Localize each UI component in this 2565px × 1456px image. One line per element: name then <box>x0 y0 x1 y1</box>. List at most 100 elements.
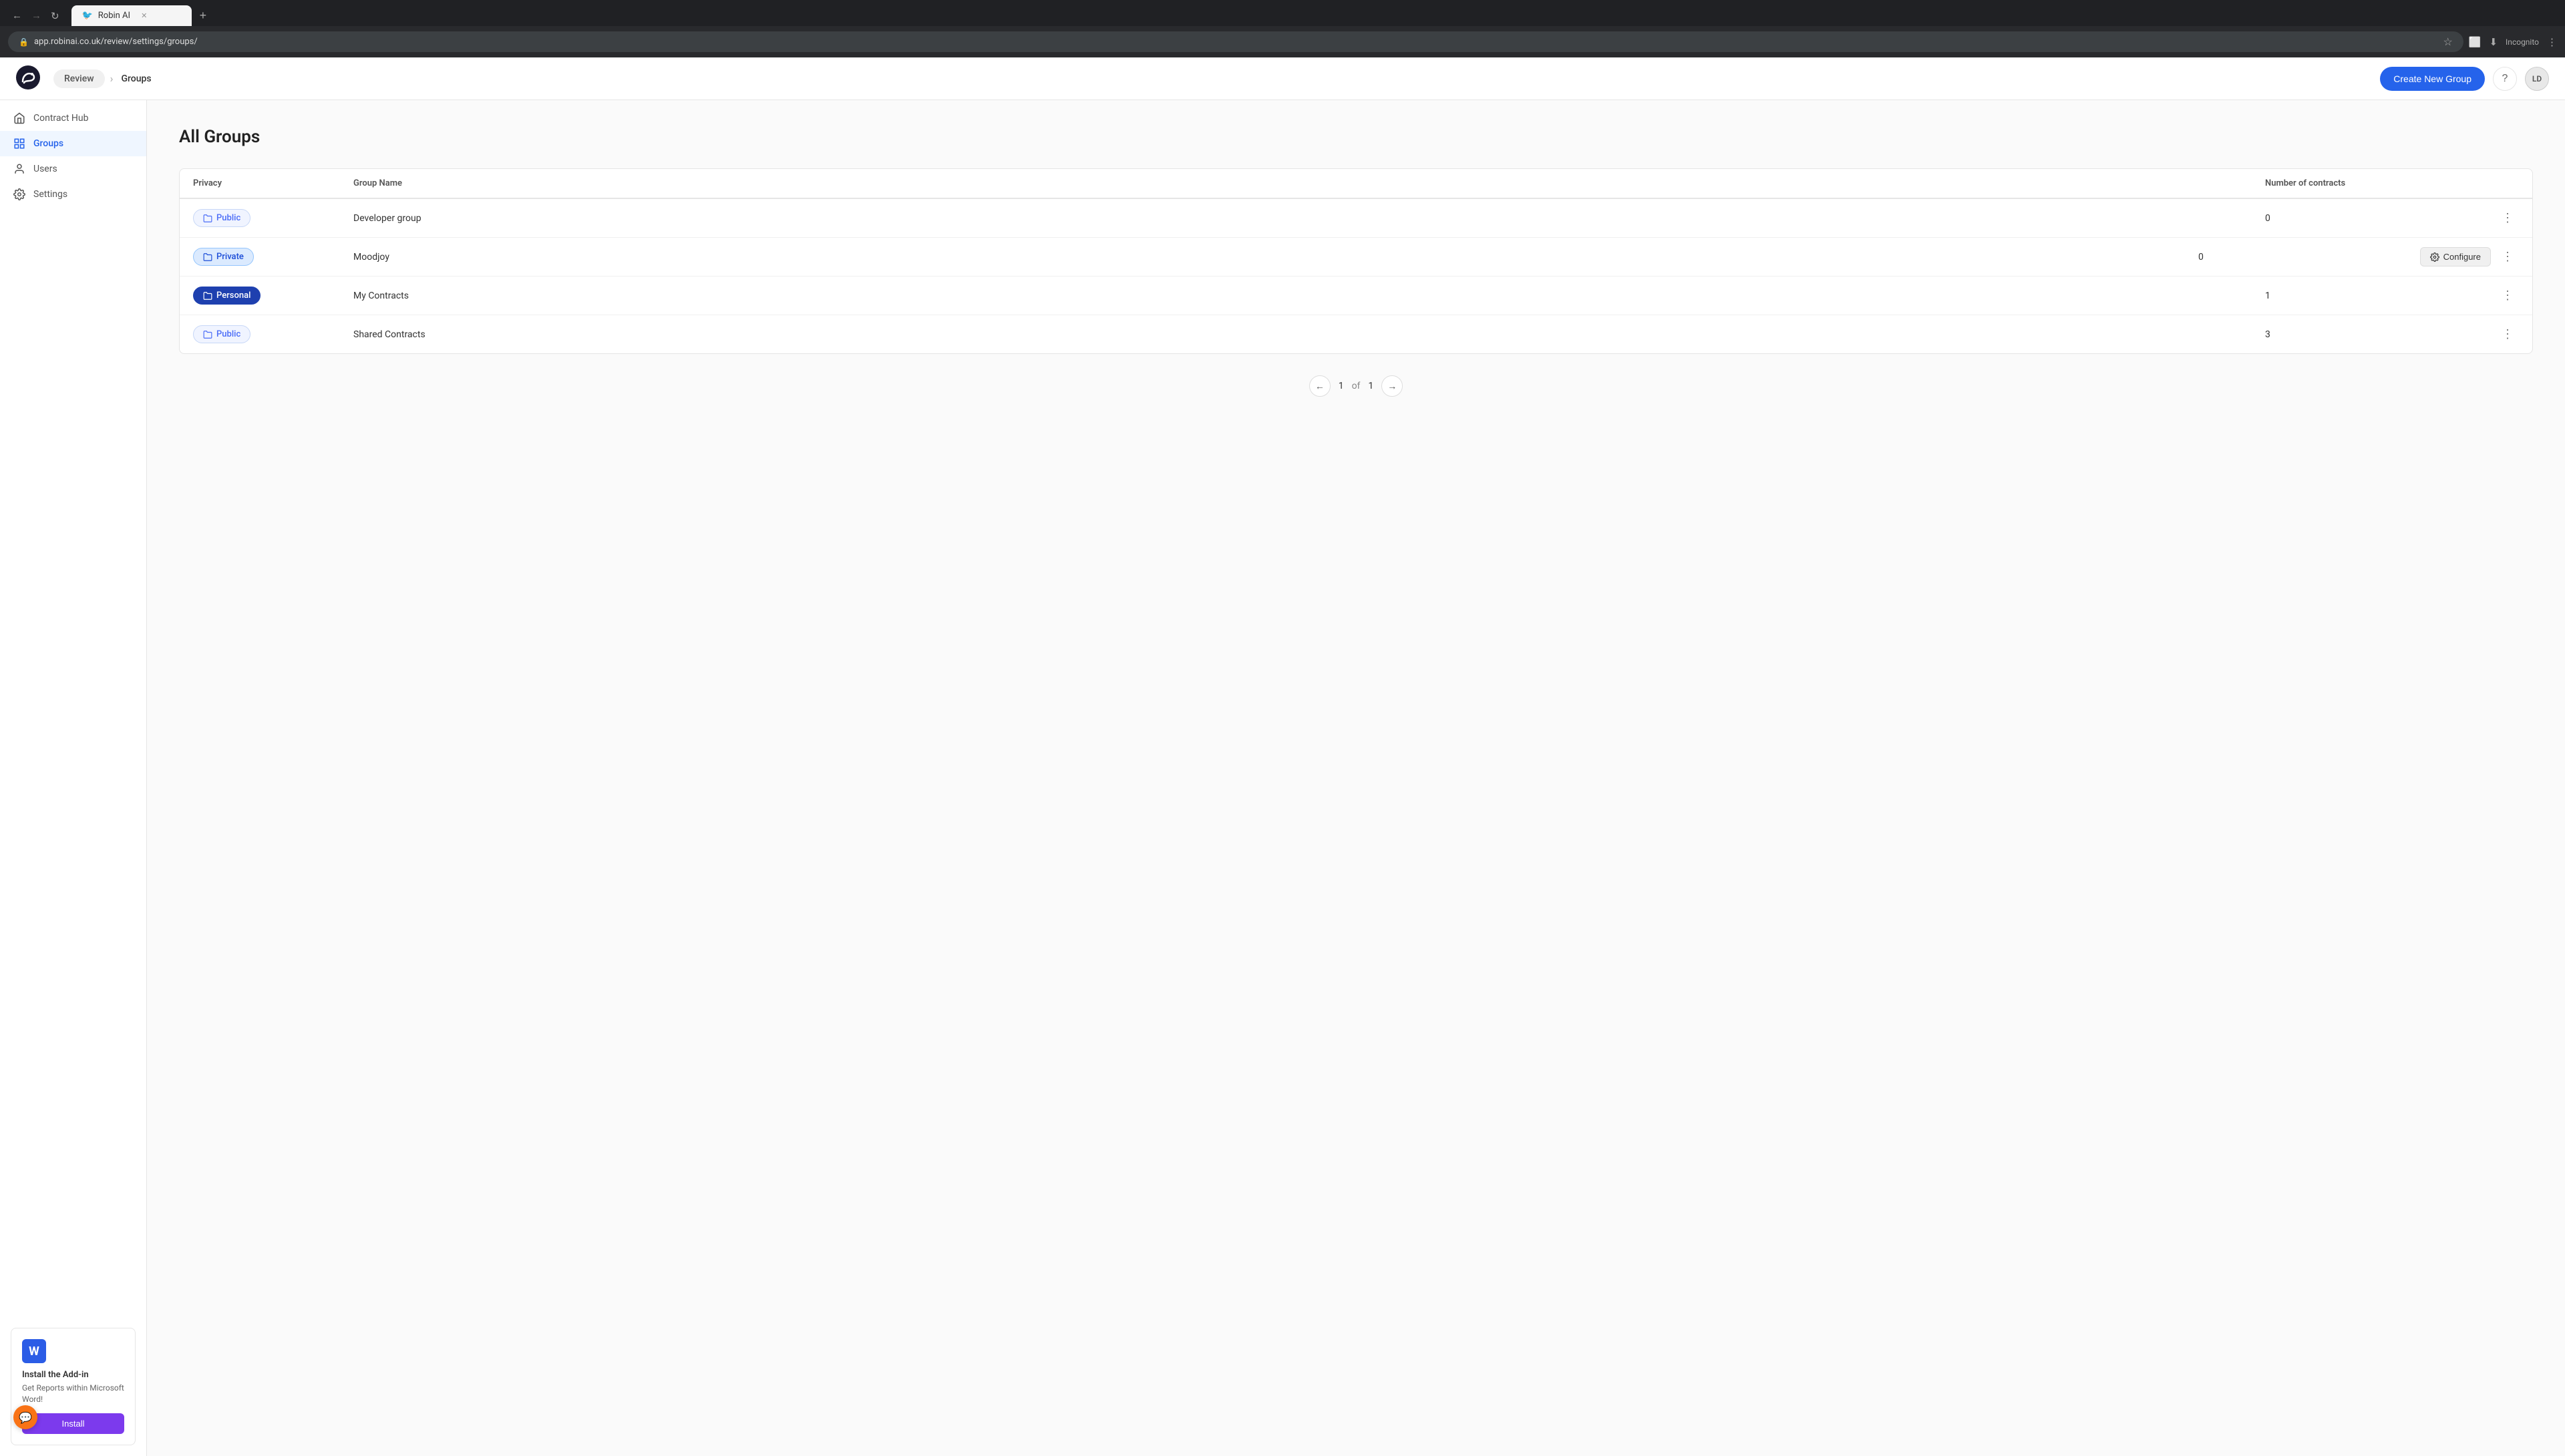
more-options-btn-4[interactable]: ⋮ <box>2496 325 2519 344</box>
badge-label-3: Personal <box>216 291 250 301</box>
total-pages: 1 <box>1368 381 1373 391</box>
logo <box>16 65 40 92</box>
page-separator: of <box>1352 381 1361 391</box>
gear-icon <box>2430 252 2439 262</box>
privacy-badge-public-2: Public <box>193 325 250 343</box>
groups-table: Privacy Group Name Number of contracts P… <box>179 168 2533 354</box>
breadcrumb-separator: › <box>110 72 114 85</box>
nav-groups-label[interactable]: Groups <box>118 69 154 88</box>
tab-title: Robin AI <box>98 11 130 21</box>
folder-icon-private <box>203 252 212 262</box>
row-actions-2: Configure ⋮ <box>2372 247 2519 266</box>
sidebar: Contract Hub Groups Users <box>0 100 147 1456</box>
table-row-personal: Personal My Contracts 1 ⋮ <box>180 277 2532 315</box>
prev-page-button[interactable]: ← <box>1309 375 1331 397</box>
row-actions-4: ⋮ <box>2439 325 2519 344</box>
configure-button[interactable]: Configure <box>2420 247 2491 266</box>
back-button[interactable]: ← <box>8 7 26 24</box>
next-page-button[interactable]: → <box>1381 375 1403 397</box>
forward-button[interactable]: → <box>27 7 45 24</box>
header-nav: Review › Groups <box>53 69 2380 88</box>
settings-icon <box>13 188 25 200</box>
group-name-1: Developer group <box>353 213 2265 224</box>
col-actions <box>2439 178 2519 188</box>
new-tab-button[interactable]: + <box>194 6 212 25</box>
menu-icon[interactable]: ⋮ <box>2547 36 2557 48</box>
next-icon: → <box>1387 381 1397 391</box>
sidebar-nav: Contract Hub Groups Users <box>0 100 146 1317</box>
help-icon: ? <box>2502 73 2508 85</box>
more-options-btn-2[interactable]: ⋮ <box>2496 247 2519 266</box>
app-layout: Contract Hub Groups Users <box>0 100 2565 1456</box>
badge-label-1: Public <box>216 213 240 223</box>
help-button[interactable]: ? <box>2493 67 2517 91</box>
row-actions-1: ⋮ <box>2439 208 2519 228</box>
privacy-badge-personal: Personal <box>193 287 261 305</box>
header-actions: Create New Group ? LD <box>2380 67 2549 91</box>
main-content: All Groups Privacy Group Name Number of … <box>147 100 2565 1456</box>
incognito-label: Incognito <box>2506 37 2539 47</box>
addon-description: Get Reports within Microsoft Word! <box>22 1383 124 1405</box>
more-options-btn-1[interactable]: ⋮ <box>2496 208 2519 228</box>
contract-count-4: 3 <box>2265 329 2439 340</box>
download-icon[interactable]: ⬇ <box>2489 36 2498 48</box>
privacy-badge-private: Private <box>193 248 254 266</box>
contract-count-2: 0 <box>2198 252 2372 262</box>
nav-controls: ← → ↻ <box>8 7 63 25</box>
browser-extra-icons: ⬜ ⬇ Incognito ⋮ <box>2469 36 2557 48</box>
col-contracts: Number of contracts <box>2265 178 2439 188</box>
configure-label: Configure <box>2443 252 2481 262</box>
sidebar-item-groups[interactable]: Groups <box>0 131 146 156</box>
pagination: ← 1 of 1 → <box>179 375 2533 397</box>
addon-title: Install the Add-in <box>22 1370 124 1380</box>
home-icon <box>13 112 25 124</box>
reload-button[interactable]: ↻ <box>47 7 63 25</box>
sidebar-item-groups-label: Groups <box>33 138 63 149</box>
table-header: Privacy Group Name Number of contracts <box>180 169 2532 199</box>
col-privacy: Privacy <box>193 178 353 188</box>
tab-close-icon[interactable]: ✕ <box>141 11 147 20</box>
sidebar-item-settings[interactable]: Settings <box>0 182 146 207</box>
notification-bubble[interactable]: 💬 <box>13 1405 37 1429</box>
badge-label-2: Private <box>216 252 244 262</box>
browser-chrome: ← → ↻ 🐦 Robin AI ✕ + 🔒 app.robinai.co.uk… <box>0 0 2565 57</box>
contract-count-3: 1 <box>2265 291 2439 301</box>
sidebar-item-contract-hub-label: Contract Hub <box>33 113 88 124</box>
sidebar-item-contract-hub[interactable]: Contract Hub <box>0 106 146 131</box>
contract-count-1: 0 <box>2265 213 2439 224</box>
tab-favicon: 🐦 <box>82 11 93 21</box>
notification-icon: 💬 <box>19 1411 32 1424</box>
table-row-moodjoy: Private Moodjoy 0 Configure ⋮ <box>180 238 2532 277</box>
group-name-3: My Contracts <box>353 291 2265 301</box>
folder-icon <box>203 214 212 223</box>
nav-review-btn[interactable]: Review <box>53 69 105 88</box>
page-title: All Groups <box>179 127 2533 147</box>
prev-icon: ← <box>1315 381 1325 391</box>
sidebar-item-users[interactable]: Users <box>0 156 146 182</box>
group-name-4: Shared Contracts <box>353 329 2265 340</box>
create-new-group-button[interactable]: Create New Group <box>2380 67 2485 91</box>
address-text: app.robinai.co.uk/review/settings/groups… <box>34 37 2437 47</box>
groups-icon <box>13 138 25 150</box>
avatar[interactable]: LD <box>2525 67 2549 91</box>
privacy-badge-public-1: Public <box>193 209 250 227</box>
star-icon[interactable]: ☆ <box>2443 35 2452 48</box>
active-tab[interactable]: 🐦 Robin AI ✕ <box>71 5 192 26</box>
address-bar-row: 🔒 app.robinai.co.uk/review/settings/grou… <box>0 26 2565 57</box>
folder-icon-shared <box>203 330 212 339</box>
app-header: Review › Groups Create New Group ? LD <box>0 57 2565 100</box>
extensions-icon[interactable]: ⬜ <box>2469 36 2482 48</box>
folder-icon-personal <box>203 291 212 301</box>
more-options-btn-3[interactable]: ⋮ <box>2496 286 2519 305</box>
badge-label-4: Public <box>216 329 240 339</box>
sidebar-item-settings-label: Settings <box>33 189 67 200</box>
lock-icon: 🔒 <box>19 37 29 47</box>
col-group-name: Group Name <box>353 178 2265 188</box>
users-icon <box>13 163 25 175</box>
sidebar-item-users-label: Users <box>33 164 57 174</box>
address-bar[interactable]: 🔒 app.robinai.co.uk/review/settings/grou… <box>8 31 2463 52</box>
addon-word-icon: W <box>22 1339 46 1363</box>
group-name-2: Moodjoy <box>353 252 2198 262</box>
table-row: Public Developer group 0 ⋮ <box>180 199 2532 238</box>
table-row-shared: Public Shared Contracts 3 ⋮ <box>180 315 2532 353</box>
